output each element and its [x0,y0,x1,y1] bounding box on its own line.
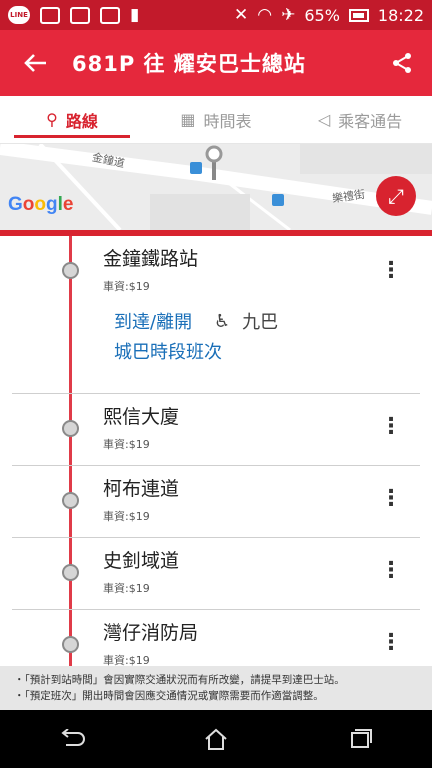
line-app-icon: LINE [8,6,30,24]
clock: 18:22 [377,5,424,25]
list-item[interactable]: 史釗域道 車資:$19 ⋮ [0,538,432,610]
more-options-icon[interactable]: ⋮ [380,484,402,514]
airplane-icon: ✈ [281,4,296,25]
stop-dot [62,262,79,279]
battery-percent: 65% [304,5,340,25]
speaker-icon: ◁ [317,110,331,129]
route-icon: ⚲ [46,110,58,129]
nav-back-button[interactable] [42,717,102,761]
photo-icon [100,6,120,24]
route-map[interactable]: 金鐘道 樂禮街 Google [0,144,432,230]
page-title: 681P 往 耀安巴士總站 [72,52,306,76]
more-options-icon[interactable]: ⋮ [380,628,402,658]
expand-map-button[interactable]: ⤢ [376,176,416,216]
tab-timetable[interactable]: ▦ 時間表 [144,96,288,143]
citybus-schedule-link[interactable]: 城巴時段班次 [114,338,222,364]
stop-name: 熙信大廈 [103,406,180,428]
list-item[interactable]: 金鐘鐵路站 車資:$19 ⋮ 到達/離開 ♿ 九巴 城巴時段班次 [0,236,432,393]
operator-label: 九巴 [242,312,279,333]
wheelchair-icon: ♿ [214,310,231,332]
stop-name: 柯布連道 [103,478,180,500]
stop-name: 金鐘鐵路站 [103,248,199,270]
stop-dot [62,564,79,581]
battery-icon [348,8,369,22]
share-icon [393,53,411,73]
home-icon [205,728,227,750]
stop-dot [62,636,79,653]
status-bar: LINE ▮ ✕ ◠ ✈ 65% 18:22 [0,0,432,30]
nav-home-button[interactable] [186,717,246,761]
recents-icon [351,729,372,748]
google-logo: Google [8,194,74,215]
tab-timetable-label: 時間表 [203,111,252,131]
list-item[interactable]: 熙信大廈 車資:$19 ⋮ [0,394,432,466]
more-options-icon[interactable]: ⋮ [380,256,402,286]
tab-notices-label: 乘客通告 [338,111,403,131]
note-line-1: ・「預計到站時間」會因實際交通狀況而有所改變，請提早到達巴士站。 [14,674,345,686]
more-options-icon[interactable]: ⋮ [380,412,402,442]
bluetooth-off-icon: ✕ [233,4,249,25]
app-bar: 681P 往 耀安巴士總站 [0,30,432,96]
back-arrow-icon [24,54,46,72]
back-button[interactable] [0,30,72,96]
tab-bar: ⚲ 路線 ▦ 時間表 ◁ 乘客通告 [0,96,432,144]
share-button[interactable] [372,30,432,96]
more-options-icon[interactable]: ⋮ [380,556,402,586]
list-item[interactable]: 灣仔消防局 車資:$19 ⋮ [0,610,432,666]
stop-fare: 車資:$19 [103,438,150,451]
tab-route[interactable]: ⚲ 路線 [0,96,144,143]
tab-route-label: 路線 [65,111,98,131]
stop-fare: 車資:$19 [103,510,150,523]
stop-list: 金鐘鐵路站 車資:$19 ⋮ 到達/離開 ♿ 九巴 城巴時段班次 熙信大廈 車資… [0,236,432,666]
nav-recents-button[interactable] [330,717,390,761]
system-nav-bar [0,710,432,768]
stop-name: 灣仔消防局 [103,622,199,644]
stop-fare: 車資:$19 [103,654,150,666]
stop-fare: 車資:$19 [103,582,150,595]
tab-notices[interactable]: ◁ 乘客通告 [288,96,432,143]
disclaimer-notes: ・「預計到站時間」會因實際交通狀況而有所改變，請提早到達巴士站。 ・「預定班次」… [0,666,432,710]
app-screen: LINE ▮ ✕ ◠ ✈ 65% 18:22 681P 往 耀安巴士總站 ⚲ 路… [0,0,432,768]
device-icon: ▮ [130,4,140,25]
arrive-depart-link[interactable]: 到達/離開 [114,308,192,334]
stop-fare: 車資:$19 [103,280,150,293]
expand-icon: ⤢ [388,184,404,208]
note-line-2: ・「預定班次」開出時間會因應交通情況或實際需要而作適當調整。 [14,690,324,702]
list-item[interactable]: 柯布連道 車資:$19 ⋮ [0,466,432,538]
gmail-icon [70,6,90,24]
calendar-icon: ▦ [180,110,196,129]
map-streets [0,144,432,230]
nav-back-icon [61,729,85,746]
image-icon [40,6,60,24]
wifi-icon: ◠ [257,4,273,25]
stop-name: 史釗域道 [103,550,180,572]
stop-dot [62,492,79,509]
stop-dot [62,420,79,437]
